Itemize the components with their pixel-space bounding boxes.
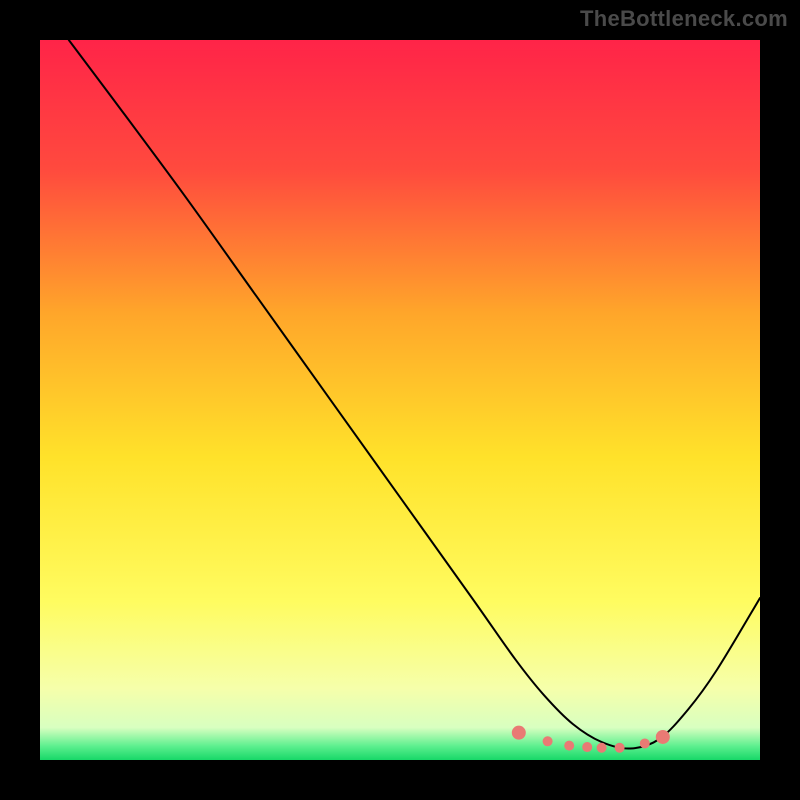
optimal-marker [543,736,553,746]
optimal-marker [640,738,650,748]
optimal-marker [656,730,670,744]
gradient-background [40,40,760,760]
bottleneck-chart [40,40,760,760]
optimal-marker [564,741,574,751]
optimal-marker [615,743,625,753]
optimal-marker [597,743,607,753]
optimal-marker [582,742,592,752]
watermark-text: TheBottleneck.com [580,6,788,32]
plot-area [40,40,760,760]
optimal-marker [512,726,526,740]
chart-frame: TheBottleneck.com [0,0,800,800]
